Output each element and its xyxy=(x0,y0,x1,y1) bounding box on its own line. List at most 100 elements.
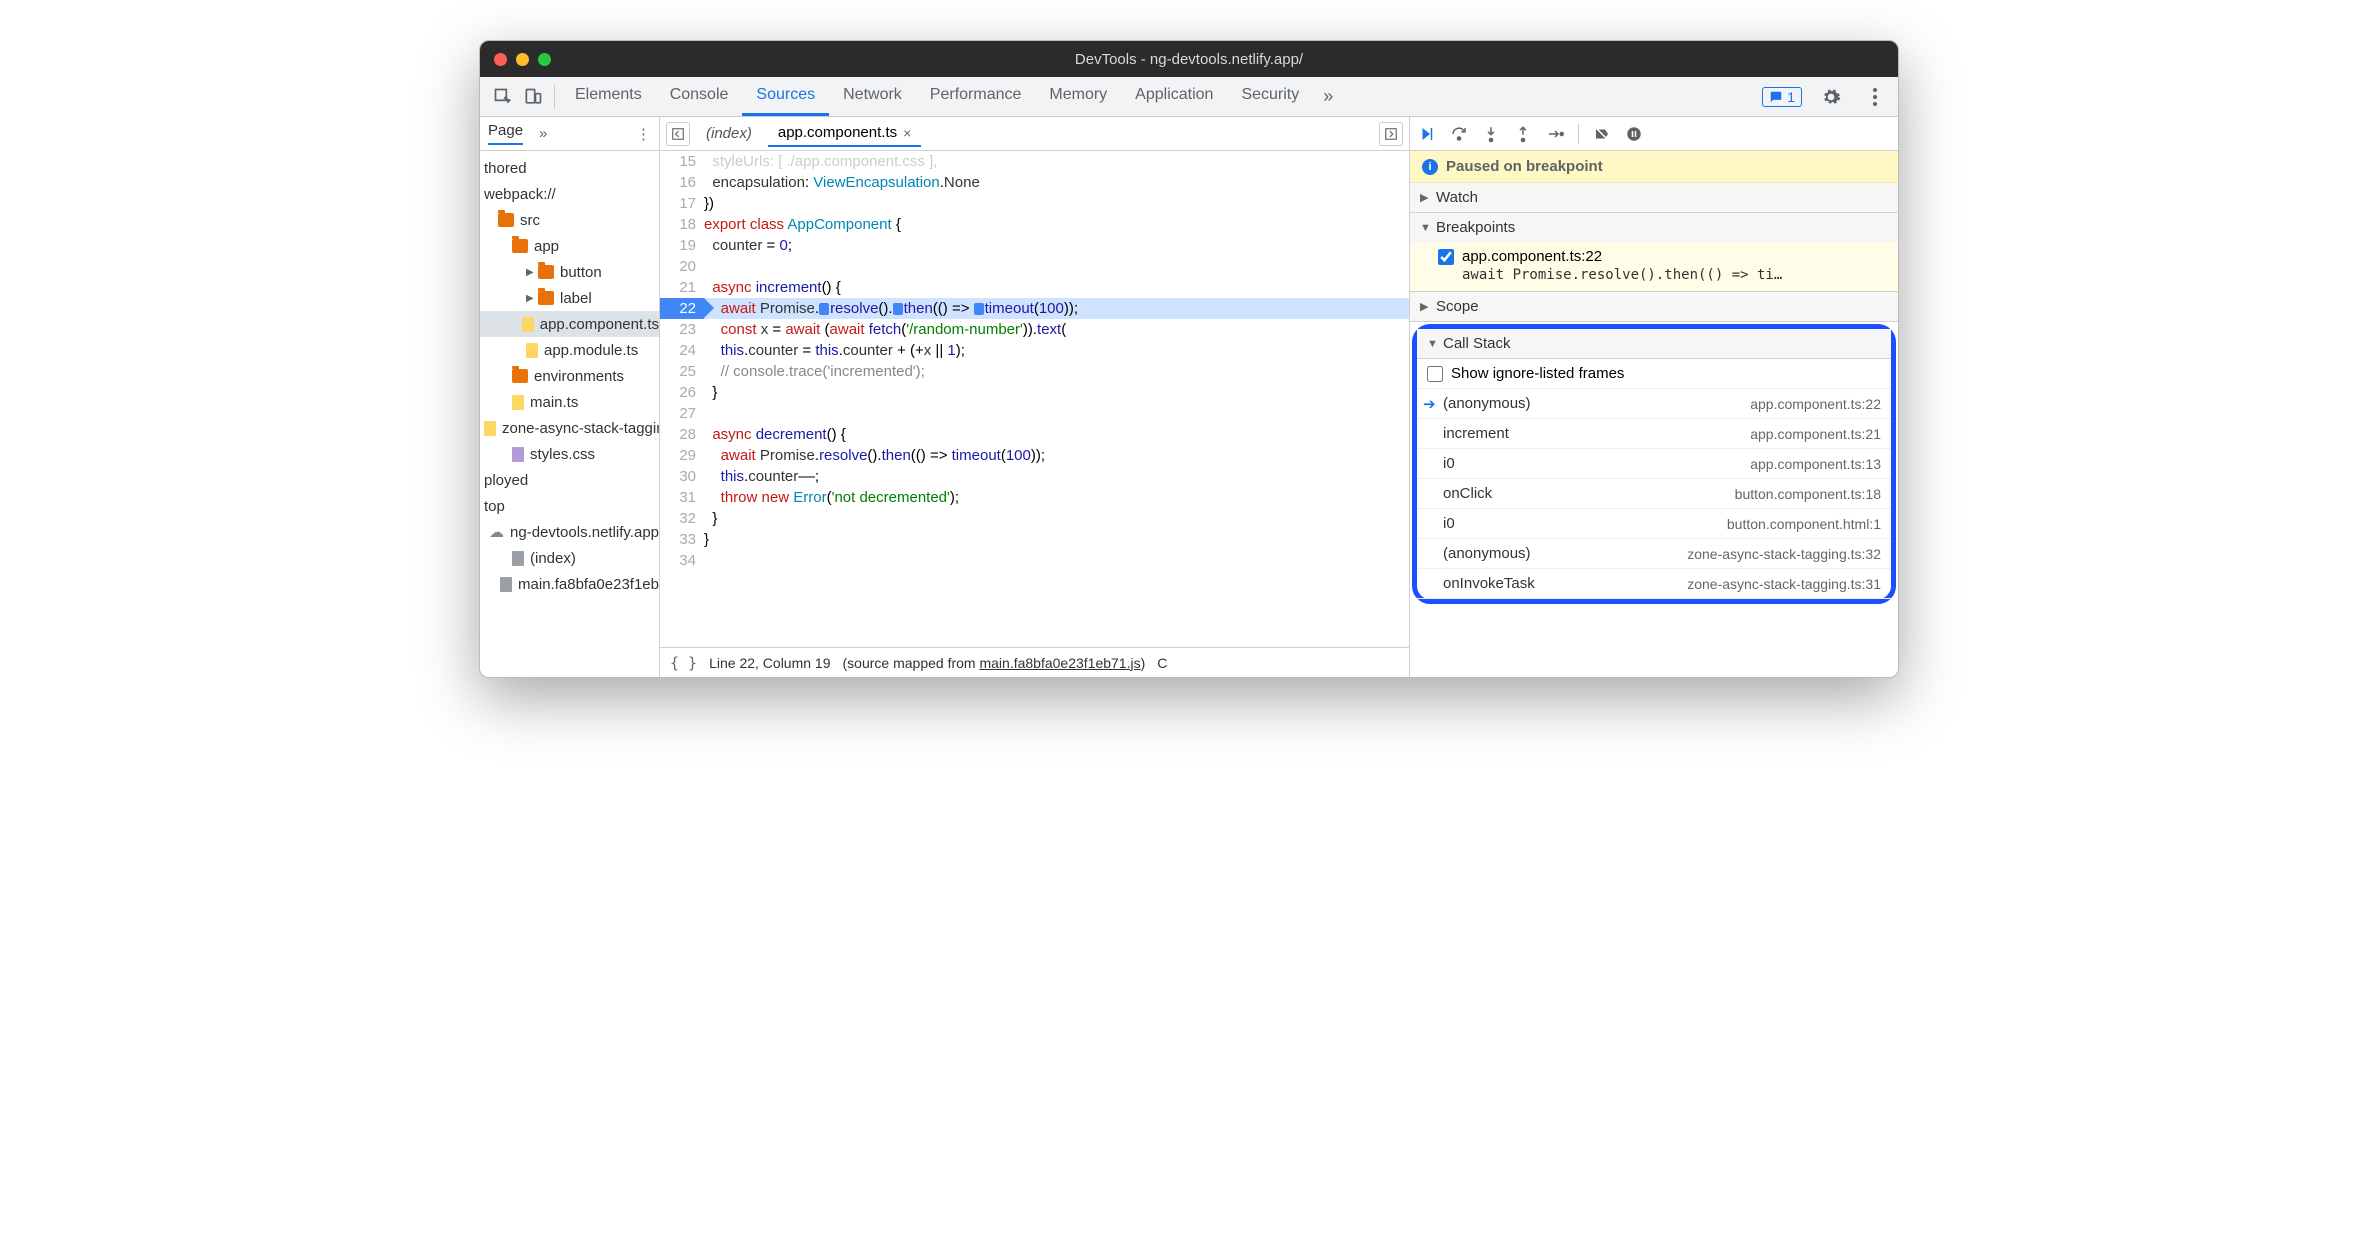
close-window-button[interactable] xyxy=(494,53,507,66)
more-tabs-icon[interactable]: » xyxy=(1313,82,1343,112)
minimize-window-button[interactable] xyxy=(516,53,529,66)
editor-tab-active[interactable]: app.component.ts × xyxy=(768,120,921,147)
step-icon[interactable] xyxy=(1546,125,1564,143)
navigator-menu-icon[interactable]: ⋮ xyxy=(636,125,651,143)
stack-frame[interactable]: onInvokeTaskzone-async-stack-tagging.ts:… xyxy=(1417,569,1891,599)
panel-tab-security[interactable]: Security xyxy=(1227,77,1313,116)
main-toolbar: ElementsConsoleSourcesNetworkPerformance… xyxy=(480,77,1898,117)
breakpoints-header[interactable]: ▼Breakpoints xyxy=(1410,213,1898,242)
editor-panel: (index) app.component.ts × 15 styleUrls:… xyxy=(660,117,1410,677)
panel-tab-application[interactable]: Application xyxy=(1121,77,1227,116)
code-editor[interactable]: 15 styleUrls: [ ./app.component.css ],16… xyxy=(660,151,1409,647)
titlebar: DevTools - ng-devtools.netlify.app/ xyxy=(480,41,1898,77)
watch-header[interactable]: ▶Watch xyxy=(1410,183,1898,212)
source-map-link[interactable]: main.fa8bfa0e23f1eb71.js xyxy=(979,655,1140,671)
panel-tab-console[interactable]: Console xyxy=(656,77,743,116)
breakpoint-checkbox[interactable] xyxy=(1438,249,1454,265)
zoom-window-button[interactable] xyxy=(538,53,551,66)
editor-tab-index[interactable]: (index) xyxy=(696,121,762,146)
tree-item[interactable]: app.module.ts xyxy=(480,337,659,363)
breakpoint-label: app.component.ts:22 xyxy=(1462,248,1602,265)
devtools-window: DevTools - ng-devtools.netlify.app/ Elem… xyxy=(479,40,1899,678)
breakpoints-section: ▼Breakpoints app.component.ts:22 await P… xyxy=(1410,213,1898,292)
navigator-panel: Page » ⋮ thoredwebpack://srcapp▶button▶l… xyxy=(480,117,660,677)
source-map-info: (source mapped from main.fa8bfa0e23f1eb7… xyxy=(843,655,1146,671)
step-out-icon[interactable] xyxy=(1514,125,1532,143)
tree-item[interactable]: thored xyxy=(480,155,659,181)
watch-section: ▶Watch xyxy=(1410,183,1898,213)
breakpoint-code: await Promise.resolve().then(() => ti… xyxy=(1438,265,1888,283)
tree-item[interactable]: ▶button xyxy=(480,259,659,285)
tree-item[interactable]: webpack:// xyxy=(480,181,659,207)
tree-item[interactable]: main.fa8bfa0e23f1eb xyxy=(480,571,659,597)
debugger-controls xyxy=(1410,117,1898,151)
panel-tab-sources[interactable]: Sources xyxy=(742,77,829,116)
debugger-sidebar: i Paused on breakpoint ▶Watch ▼Breakpoin… xyxy=(1410,117,1898,677)
more-nav-tabs-icon[interactable]: » xyxy=(539,125,547,142)
tree-item[interactable]: ☁ng-devtools.netlify.app xyxy=(480,519,659,545)
stack-frame[interactable]: i0button.component.html:1 xyxy=(1417,509,1891,539)
settings-gear-icon[interactable] xyxy=(1816,82,1846,112)
tree-item[interactable]: (index) xyxy=(480,545,659,571)
resume-icon[interactable] xyxy=(1418,125,1436,143)
stack-frame[interactable]: incrementapp.component.ts:21 xyxy=(1417,419,1891,449)
editor-tabs: (index) app.component.ts × xyxy=(660,117,1409,151)
navigate-back-icon[interactable] xyxy=(666,122,690,146)
editor-tab-active-label: app.component.ts xyxy=(778,124,897,141)
paused-banner: i Paused on breakpoint xyxy=(1410,151,1898,183)
tree-item[interactable]: top xyxy=(480,493,659,519)
tree-item[interactable]: app.component.ts xyxy=(480,311,659,337)
tree-item[interactable]: src xyxy=(480,207,659,233)
divider xyxy=(1578,124,1579,144)
deactivate-breakpoints-icon[interactable] xyxy=(1593,125,1611,143)
panel-tab-network[interactable]: Network xyxy=(829,77,916,116)
coverage-short: C xyxy=(1157,655,1167,671)
callstack-section: ▼Call Stack xyxy=(1417,329,1891,359)
step-into-icon[interactable] xyxy=(1482,125,1500,143)
tree-item[interactable]: main.ts xyxy=(480,389,659,415)
editor-statusbar: { } Line 22, Column 19 (source mapped fr… xyxy=(660,647,1409,677)
navigate-forward-icon[interactable] xyxy=(1379,122,1403,146)
breakpoint-item[interactable]: app.component.ts:22 await Promise.resolv… xyxy=(1410,242,1898,291)
panel-tab-memory[interactable]: Memory xyxy=(1035,77,1121,116)
callstack-frames: ➔(anonymous)app.component.ts:22increment… xyxy=(1417,389,1891,599)
page-tab[interactable]: Page xyxy=(488,122,523,145)
window-title: DevTools - ng-devtools.netlify.app/ xyxy=(1075,51,1303,68)
tree-item[interactable]: app xyxy=(480,233,659,259)
cursor-position: Line 22, Column 19 xyxy=(709,655,830,671)
divider xyxy=(554,85,555,109)
paused-text: Paused on breakpoint xyxy=(1446,158,1603,175)
issues-badge[interactable]: 1 xyxy=(1762,87,1802,107)
scope-section: ▶Scope xyxy=(1410,292,1898,322)
tree-item[interactable]: zone-async-stack-tagging xyxy=(480,415,659,441)
show-ignored-checkbox[interactable] xyxy=(1427,366,1443,382)
show-ignored-label: Show ignore-listed frames xyxy=(1451,365,1624,382)
stack-frame[interactable]: ➔(anonymous)app.component.ts:22 xyxy=(1417,389,1891,419)
tree-item[interactable]: environments xyxy=(480,363,659,389)
navigator-tabs: Page » ⋮ xyxy=(480,117,659,151)
panel-tabs: ElementsConsoleSourcesNetworkPerformance… xyxy=(561,77,1313,116)
panel-tab-performance[interactable]: Performance xyxy=(916,77,1036,116)
stack-frame[interactable]: i0app.component.ts:13 xyxy=(1417,449,1891,479)
pretty-print-icon[interactable]: { } xyxy=(670,654,697,672)
stack-frame[interactable]: onClickbutton.component.ts:18 xyxy=(1417,479,1891,509)
pause-on-exceptions-icon[interactable] xyxy=(1625,125,1643,143)
callstack-highlight: ▼Call Stack Show ignore-listed frames ➔(… xyxy=(1412,324,1896,604)
stack-frame[interactable]: (anonymous)zone-async-stack-tagging.ts:3… xyxy=(1417,539,1891,569)
show-ignored-option[interactable]: Show ignore-listed frames xyxy=(1417,359,1891,389)
issues-count: 1 xyxy=(1787,89,1795,105)
inspect-element-icon[interactable] xyxy=(488,82,518,112)
scope-header[interactable]: ▶Scope xyxy=(1410,292,1898,321)
tree-item[interactable]: styles.css xyxy=(480,441,659,467)
close-tab-icon[interactable]: × xyxy=(903,125,911,141)
callstack-header[interactable]: ▼Call Stack xyxy=(1417,329,1891,358)
tree-item[interactable]: ▶label xyxy=(480,285,659,311)
panel-tab-elements[interactable]: Elements xyxy=(561,77,656,116)
kebab-menu-icon[interactable] xyxy=(1860,82,1890,112)
file-tree: thoredwebpack://srcapp▶button▶labelapp.c… xyxy=(480,151,659,601)
tree-item[interactable]: ployed xyxy=(480,467,659,493)
traffic-lights xyxy=(494,53,551,66)
info-icon: i xyxy=(1422,159,1438,175)
step-over-icon[interactable] xyxy=(1450,125,1468,143)
device-toggle-icon[interactable] xyxy=(518,82,548,112)
